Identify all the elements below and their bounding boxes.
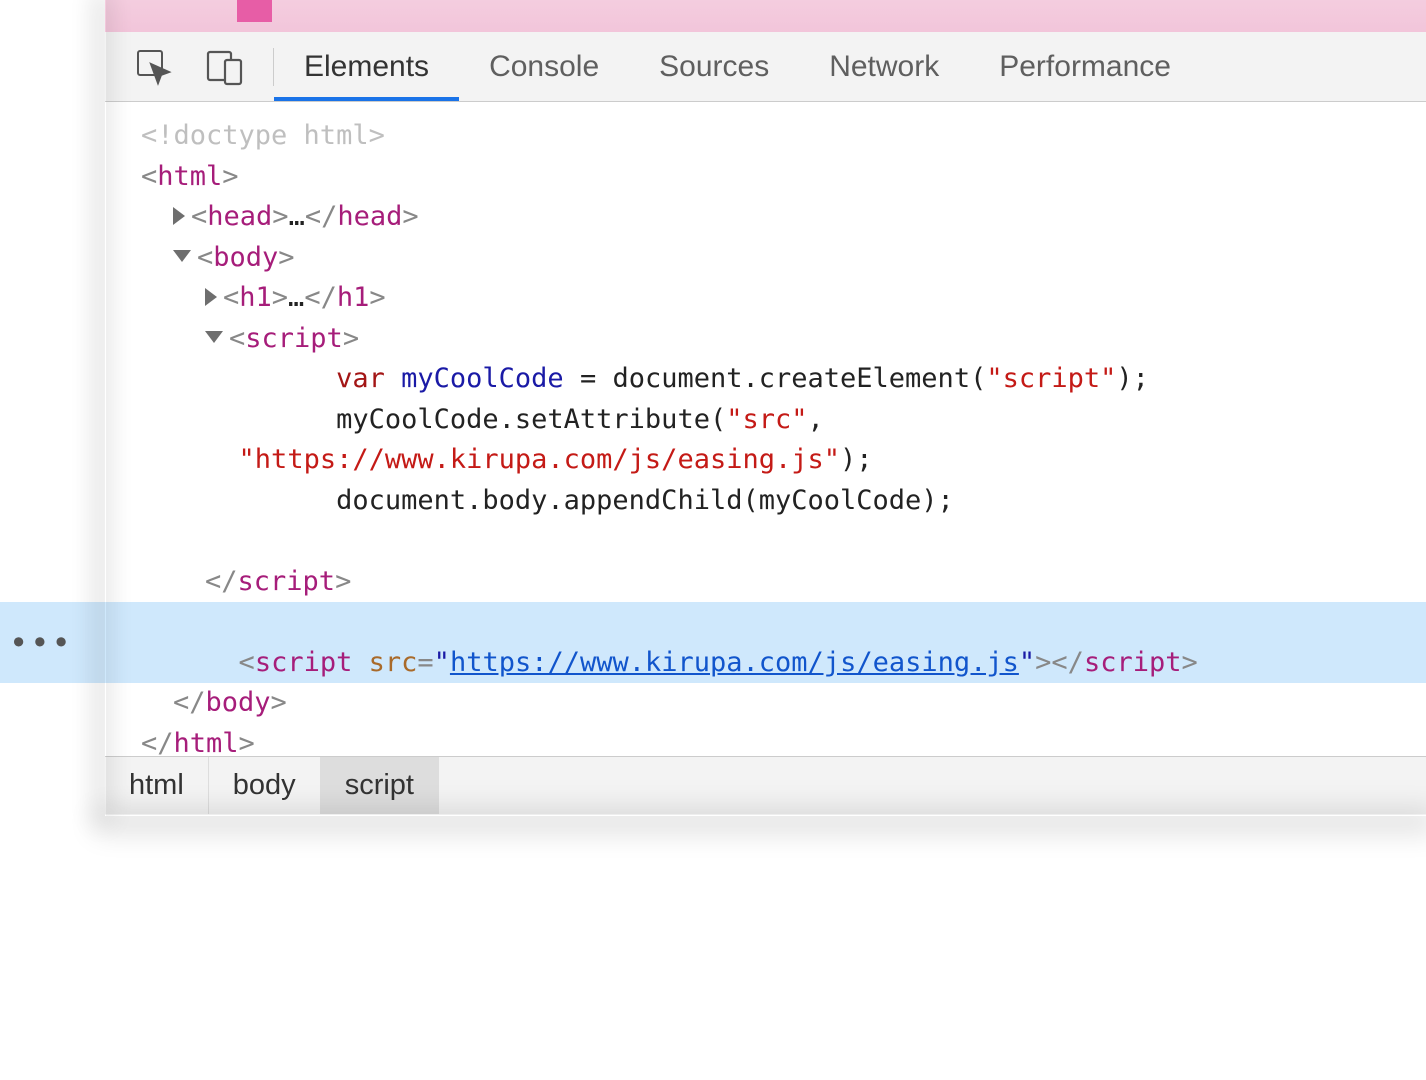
gt: > (239, 728, 255, 759)
ellipsis: … (288, 282, 304, 313)
tag-body: body (213, 242, 278, 273)
lt-close: </ (305, 201, 338, 232)
gt: > (402, 201, 418, 232)
code-rest: = document.createElement( (564, 363, 987, 394)
q2: " (1019, 647, 1035, 678)
breadcrumb-bar: html body script (105, 756, 1426, 814)
code-line-4[interactable]: document.body.appendChild(myCoolCode); (141, 481, 1426, 522)
tag-body-close: body (206, 687, 271, 718)
h1-line[interactable]: <h1>…</h1> (141, 278, 1426, 319)
code-end: ); (1116, 363, 1149, 394)
tag-head: head (207, 201, 272, 232)
tab-performance[interactable]: Performance (969, 32, 1201, 101)
doctype-line[interactable]: <!doctype html> (141, 116, 1426, 157)
gt: > (343, 323, 359, 354)
code-line-2[interactable]: myCoolCode.setAttribute("src", (141, 400, 1426, 441)
gt: > (222, 161, 238, 192)
gt: > (272, 201, 288, 232)
code-2a: myCoolCode.setAttribute( (336, 404, 726, 435)
toolbar-left-group (105, 32, 273, 101)
tag-h1: h1 (239, 282, 272, 313)
tag-html: html (157, 161, 222, 192)
str-src: "src" (726, 404, 807, 435)
script-open[interactable]: <script> (141, 319, 1426, 360)
tag-h1-close: h1 (337, 282, 370, 313)
tag-script: script (255, 647, 353, 678)
gt: > (335, 566, 351, 597)
tab-elements[interactable]: Elements (274, 32, 459, 101)
elements-tree[interactable]: <!doctype html> <html> <head>…</head> <b… (105, 102, 1426, 756)
eq: = (417, 647, 433, 678)
html-open[interactable]: <html> (141, 157, 1426, 198)
lt: < (141, 161, 157, 192)
expand-caret-icon[interactable] (173, 207, 185, 225)
tag-script-close: script (1084, 647, 1182, 678)
lt: < (239, 647, 255, 678)
tag-head-close: head (337, 201, 402, 232)
gt: > (369, 282, 385, 313)
gt: > (271, 687, 287, 718)
selected-script-element[interactable]: •••<script src="https://www.kirupa.com/j… (0, 602, 1426, 683)
body-open[interactable]: <body> (141, 238, 1426, 279)
lt: < (197, 242, 213, 273)
crumb-html[interactable]: html (105, 757, 209, 814)
lt-close: </ (1051, 647, 1084, 678)
lt-close: </ (173, 687, 206, 718)
code-line-3[interactable]: "https://www.kirupa.com/js/easing.js"); (141, 440, 1426, 481)
crumb-script[interactable]: script (321, 757, 439, 814)
shadow-left (105, 0, 106, 816)
device-toolbar-icon[interactable] (203, 46, 245, 88)
code-3end: ); (840, 444, 873, 475)
lt: < (229, 323, 245, 354)
inspect-element-icon[interactable] (133, 46, 175, 88)
kw-var: var (336, 363, 385, 394)
collapse-caret-icon[interactable] (205, 331, 223, 343)
body-close[interactable]: </body> (141, 683, 1426, 724)
tab-sources[interactable]: Sources (629, 32, 799, 101)
tag-script-close: script (238, 566, 336, 597)
attr-src-url[interactable]: https://www.kirupa.com/js/easing.js (450, 647, 1019, 678)
ellipsis: … (289, 201, 305, 232)
lt-close: </ (205, 566, 238, 597)
browser-titlebar (105, 0, 1426, 32)
str-script: "script" (986, 363, 1116, 394)
tag-script: script (245, 323, 343, 354)
code-2end: , (808, 404, 841, 435)
str-url: "https://www.kirupa.com/js/easing.js" (239, 444, 840, 475)
code-line-1[interactable]: var myCoolCode = document.createElement(… (141, 359, 1426, 400)
gt: > (278, 242, 294, 273)
blank-line (141, 521, 1426, 562)
expand-caret-icon[interactable] (205, 288, 217, 306)
head-line[interactable]: <head>…</head> (141, 197, 1426, 238)
devtools-toolbar: Elements Console Sources Network Perform… (105, 32, 1426, 102)
q1: " (434, 647, 450, 678)
script-close[interactable]: </script> (141, 562, 1426, 603)
html-close[interactable]: </html> (141, 724, 1426, 765)
gt: > (272, 282, 288, 313)
devtools-tabs: Elements Console Sources Network Perform… (274, 32, 1201, 101)
lt: < (191, 201, 207, 232)
gt: > (1035, 647, 1051, 678)
code-4: document.body.appendChild(myCoolCode); (336, 485, 954, 516)
tab-favicon (237, 0, 272, 22)
var-myCoolCode: myCoolCode (401, 363, 564, 394)
tag-html-close: html (174, 728, 239, 759)
devtools-window: Elements Console Sources Network Perform… (0, 0, 1426, 1080)
lt-close: </ (141, 728, 174, 759)
tab-network[interactable]: Network (799, 32, 969, 101)
shadow-bottom (105, 815, 1426, 816)
lt: < (223, 282, 239, 313)
crumb-body[interactable]: body (209, 757, 321, 814)
lt-close: </ (304, 282, 337, 313)
collapse-caret-icon[interactable] (173, 250, 191, 262)
attr-src: src (369, 647, 418, 678)
tab-console[interactable]: Console (459, 32, 629, 101)
gt: > (1181, 647, 1197, 678)
